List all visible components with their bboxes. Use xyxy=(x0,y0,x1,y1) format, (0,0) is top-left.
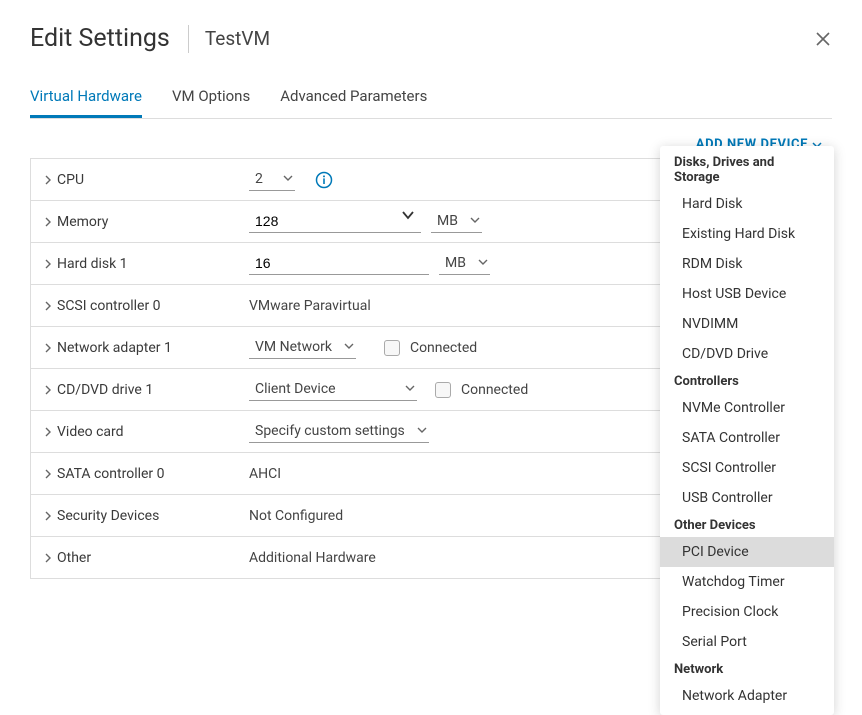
chevron-down-icon xyxy=(478,255,488,271)
chevron-right-icon xyxy=(43,427,53,437)
cddvd-drive-1-connected-label: Connected xyxy=(461,382,528,398)
hard-disk-1-label: Hard disk 1 xyxy=(57,256,128,272)
memory-value-input[interactable] xyxy=(249,210,421,233)
menu-item-network-adapter[interactable]: Network Adapter xyxy=(660,681,834,711)
hard-disk-1-unit-value: MB xyxy=(445,255,466,271)
menu-item-usb-controller[interactable]: USB Controller xyxy=(660,483,834,513)
row-memory-label-area[interactable]: Memory xyxy=(43,214,249,230)
tab-virtual-hardware[interactable]: Virtual Hardware xyxy=(30,79,142,118)
cpu-label: CPU xyxy=(57,172,84,188)
scsi-controller-0-label: SCSI controller 0 xyxy=(57,298,161,314)
chevron-down-icon xyxy=(417,423,427,439)
chevron-right-icon xyxy=(43,385,53,395)
memory-unit-value: MB xyxy=(437,213,458,229)
chevron-down-icon xyxy=(344,339,354,355)
chevron-right-icon xyxy=(43,301,53,311)
menu-section-other-devices: Other Devices xyxy=(660,513,834,537)
menu-item-existing-hard-disk[interactable]: Existing Hard Disk xyxy=(660,219,834,249)
network-adapter-1-connected-label: Connected xyxy=(410,340,477,356)
chevron-right-icon xyxy=(43,469,53,479)
page-title: Edit Settings xyxy=(30,24,188,53)
network-adapter-1-value-text: VM Network xyxy=(255,339,332,355)
menu-item-cddvd-drive[interactable]: CD/DVD Drive xyxy=(660,339,834,369)
chevron-down-icon[interactable] xyxy=(401,208,415,226)
row-cddvd-drive-1-label-area[interactable]: CD/DVD drive 1 xyxy=(43,382,249,398)
menu-item-sata-controller[interactable]: SATA Controller xyxy=(660,423,834,453)
tab-bar: Virtual Hardware VM Options Advanced Par… xyxy=(30,61,832,119)
row-cpu-label-area[interactable]: CPU xyxy=(43,172,249,188)
cddvd-drive-1-value-text: Client Device xyxy=(255,381,336,397)
cpu-count-select[interactable]: 2 xyxy=(249,168,295,191)
memory-label: Memory xyxy=(57,214,108,230)
security-devices-value-text: Not Configured xyxy=(249,508,343,524)
chevron-down-icon xyxy=(405,381,415,397)
menu-item-precision-clock[interactable]: Precision Clock xyxy=(660,597,834,627)
info-icon[interactable] xyxy=(315,171,333,189)
cddvd-drive-1-label: CD/DVD drive 1 xyxy=(57,382,153,398)
chevron-down-icon xyxy=(470,213,480,229)
menu-item-nvme-controller[interactable]: NVMe Controller xyxy=(660,393,834,423)
chevron-right-icon xyxy=(43,343,53,353)
row-hard-disk-1-label-area[interactable]: Hard disk 1 xyxy=(43,256,249,272)
menu-item-pci-device[interactable]: PCI Device xyxy=(660,537,834,567)
chevron-right-icon xyxy=(43,175,53,185)
chevron-right-icon xyxy=(43,259,53,269)
menu-item-serial-port[interactable]: Serial Port xyxy=(660,627,834,657)
menu-section-disks: Disks, Drives and Storage xyxy=(660,150,834,189)
menu-section-controllers: Controllers xyxy=(660,369,834,393)
row-sata-controller-0-label-area[interactable]: SATA controller 0 xyxy=(43,466,249,482)
network-adapter-1-connected-checkbox[interactable] xyxy=(384,340,400,356)
menu-item-scsi-controller[interactable]: SCSI Controller xyxy=(660,453,834,483)
network-adapter-1-label: Network adapter 1 xyxy=(57,340,172,356)
chevron-down-icon xyxy=(283,171,293,187)
tab-advanced-parameters[interactable]: Advanced Parameters xyxy=(280,79,427,118)
sata-controller-0-label: SATA controller 0 xyxy=(57,466,165,482)
menu-section-network: Network xyxy=(660,657,834,681)
chevron-right-icon xyxy=(43,553,53,563)
menu-item-hard-disk[interactable]: Hard Disk xyxy=(660,189,834,219)
close-button[interactable] xyxy=(814,30,832,52)
add-new-device-menu: Disks, Drives and Storage Hard Disk Exis… xyxy=(660,146,834,715)
menu-item-watchdog-timer[interactable]: Watchdog Timer xyxy=(660,567,834,597)
video-card-value-text: Specify custom settings xyxy=(255,423,405,439)
chevron-right-icon xyxy=(43,217,53,227)
other-value-text: Additional Hardware xyxy=(249,550,376,566)
memory-unit-select[interactable]: MB xyxy=(431,210,482,233)
close-icon xyxy=(814,30,832,48)
row-scsi-controller-0-label-area[interactable]: SCSI controller 0 xyxy=(43,298,249,314)
cddvd-drive-1-select[interactable]: Client Device xyxy=(249,378,417,401)
row-security-devices-label-area[interactable]: Security Devices xyxy=(43,508,249,524)
menu-item-nvdimm[interactable]: NVDIMM xyxy=(660,309,834,339)
security-devices-label: Security Devices xyxy=(57,508,159,524)
scsi-controller-0-value-text: VMware Paravirtual xyxy=(249,298,371,314)
video-card-label: Video card xyxy=(57,424,124,440)
sata-controller-0-value-text: AHCI xyxy=(249,466,281,482)
chevron-right-icon xyxy=(43,511,53,521)
menu-item-host-usb-device[interactable]: Host USB Device xyxy=(660,279,834,309)
other-label: Other xyxy=(57,550,91,566)
hard-disk-1-size-input[interactable] xyxy=(249,252,429,275)
cpu-count-value: 2 xyxy=(255,171,263,187)
row-video-card-label-area[interactable]: Video card xyxy=(43,424,249,440)
dialog-header: Edit Settings TestVM xyxy=(0,0,862,61)
row-network-adapter-1-label-area[interactable]: Network adapter 1 xyxy=(43,340,249,356)
cddvd-drive-1-connected-checkbox[interactable] xyxy=(435,382,451,398)
tab-vm-options[interactable]: VM Options xyxy=(172,79,250,118)
network-adapter-1-select[interactable]: VM Network xyxy=(249,336,356,359)
menu-item-rdm-disk[interactable]: RDM Disk xyxy=(660,249,834,279)
header-divider xyxy=(188,25,189,53)
video-card-select[interactable]: Specify custom settings xyxy=(249,420,429,443)
hard-disk-1-unit-select[interactable]: MB xyxy=(439,252,490,275)
row-other-label-area[interactable]: Other xyxy=(43,550,249,566)
vm-name: TestVM xyxy=(205,27,270,50)
